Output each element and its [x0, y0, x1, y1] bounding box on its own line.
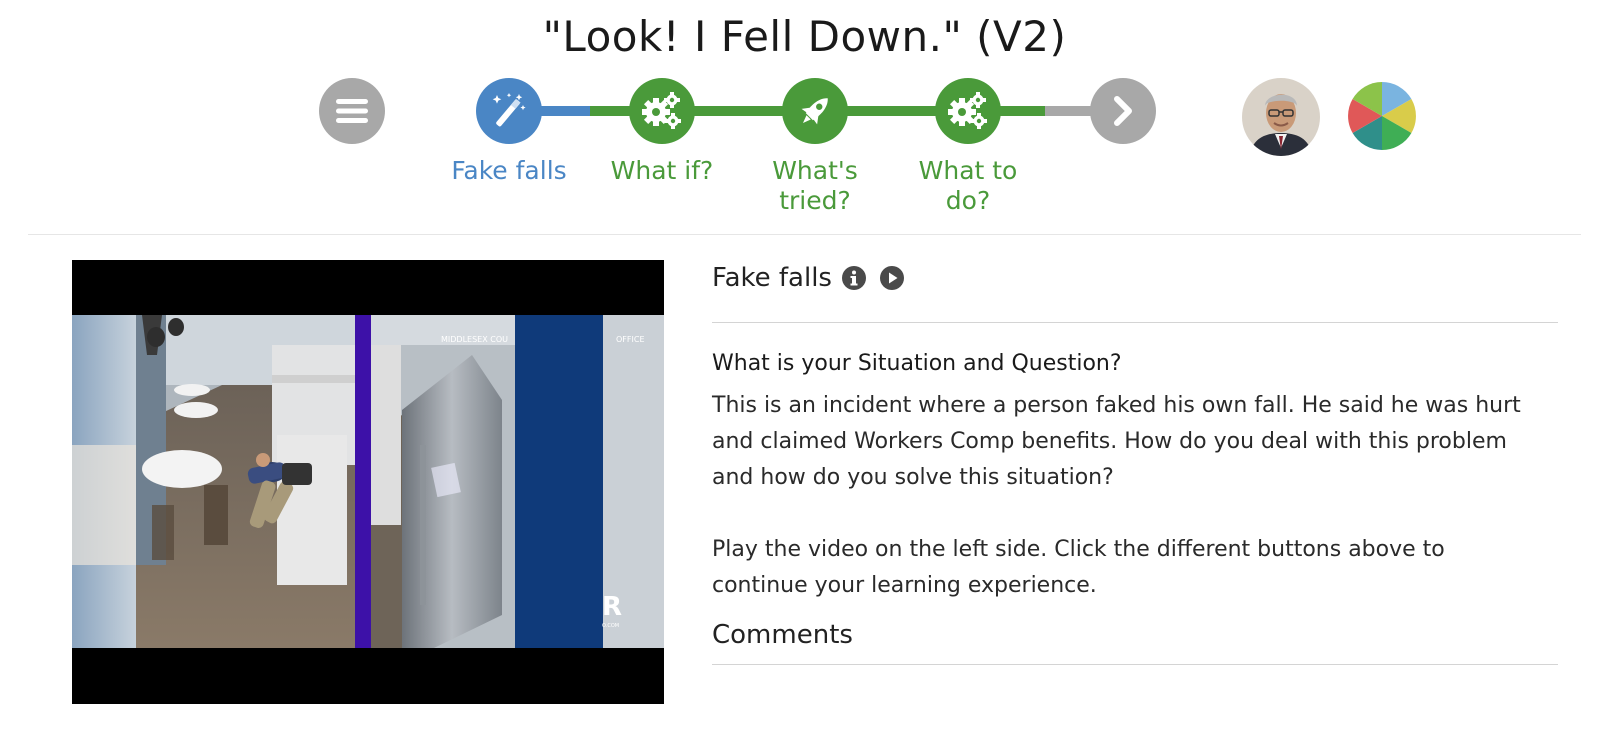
situation-question-heading: What is your Situation and Question? — [712, 351, 1122, 376]
situation-description: This is an incident where a person faked… — [712, 393, 1521, 490]
video-corner-text: O.COM — [602, 623, 619, 629]
info-circle-icon[interactable] — [841, 266, 866, 290]
video-corner-logo: R — [602, 592, 622, 622]
section-header: Fake falls — [712, 258, 1558, 298]
comments-divider — [712, 664, 1558, 665]
magic-wand-icon — [492, 93, 526, 127]
instructions-text: Play the video on the left side. Click t… — [712, 537, 1445, 598]
comments-heading: Comments — [712, 620, 853, 650]
video-frame: MIDDLESEX COU OFFICE R O.COM — [72, 315, 664, 648]
progress-line-active — [540, 106, 590, 116]
content-panel: Fake falls What is your Situation and Qu… — [712, 258, 1558, 665]
gears-icon — [642, 92, 681, 129]
video-watermark-left: MIDDLESEX COU — [441, 335, 508, 344]
step-what-if-button[interactable] — [629, 78, 695, 144]
pie-chart-icon[interactable] — [1346, 80, 1418, 152]
step-label-fake-falls[interactable]: Fake falls — [429, 156, 589, 186]
step-label-what-if[interactable]: What if? — [582, 156, 742, 186]
next-step-button[interactable] — [1090, 78, 1156, 144]
video-still-image: MIDDLESEX COU OFFICE R O.COM — [72, 315, 664, 648]
play-circle-icon[interactable] — [879, 266, 904, 290]
step-navigation: Fake falls What if? What's tried? What t… — [0, 78, 1609, 228]
step-what-to-do-button[interactable] — [935, 78, 1001, 144]
step-label-whats-tried[interactable]: What's tried? — [735, 156, 895, 216]
step-fake-falls-button[interactable] — [476, 78, 542, 144]
section-title: Fake falls — [712, 263, 832, 293]
section-divider — [712, 322, 1558, 323]
presenter-avatar[interactable] — [1242, 78, 1320, 156]
person-photo-icon — [1242, 78, 1320, 156]
menu-button[interactable] — [319, 78, 385, 144]
video-watermark-right: OFFICE — [616, 335, 645, 344]
page-title: "Look! I Fell Down." (V2) — [542, 12, 1067, 61]
gears-icon — [948, 92, 987, 129]
step-label-what-to-do[interactable]: What to do? — [888, 156, 1048, 216]
chevron-right-icon — [1114, 96, 1132, 126]
step-whats-tried-button[interactable] — [782, 78, 848, 144]
header-divider — [28, 234, 1581, 235]
rocket-icon — [801, 98, 828, 125]
video-player[interactable]: MIDDLESEX COU OFFICE R O.COM — [72, 260, 664, 704]
hamburger-menu-icon — [336, 99, 368, 123]
